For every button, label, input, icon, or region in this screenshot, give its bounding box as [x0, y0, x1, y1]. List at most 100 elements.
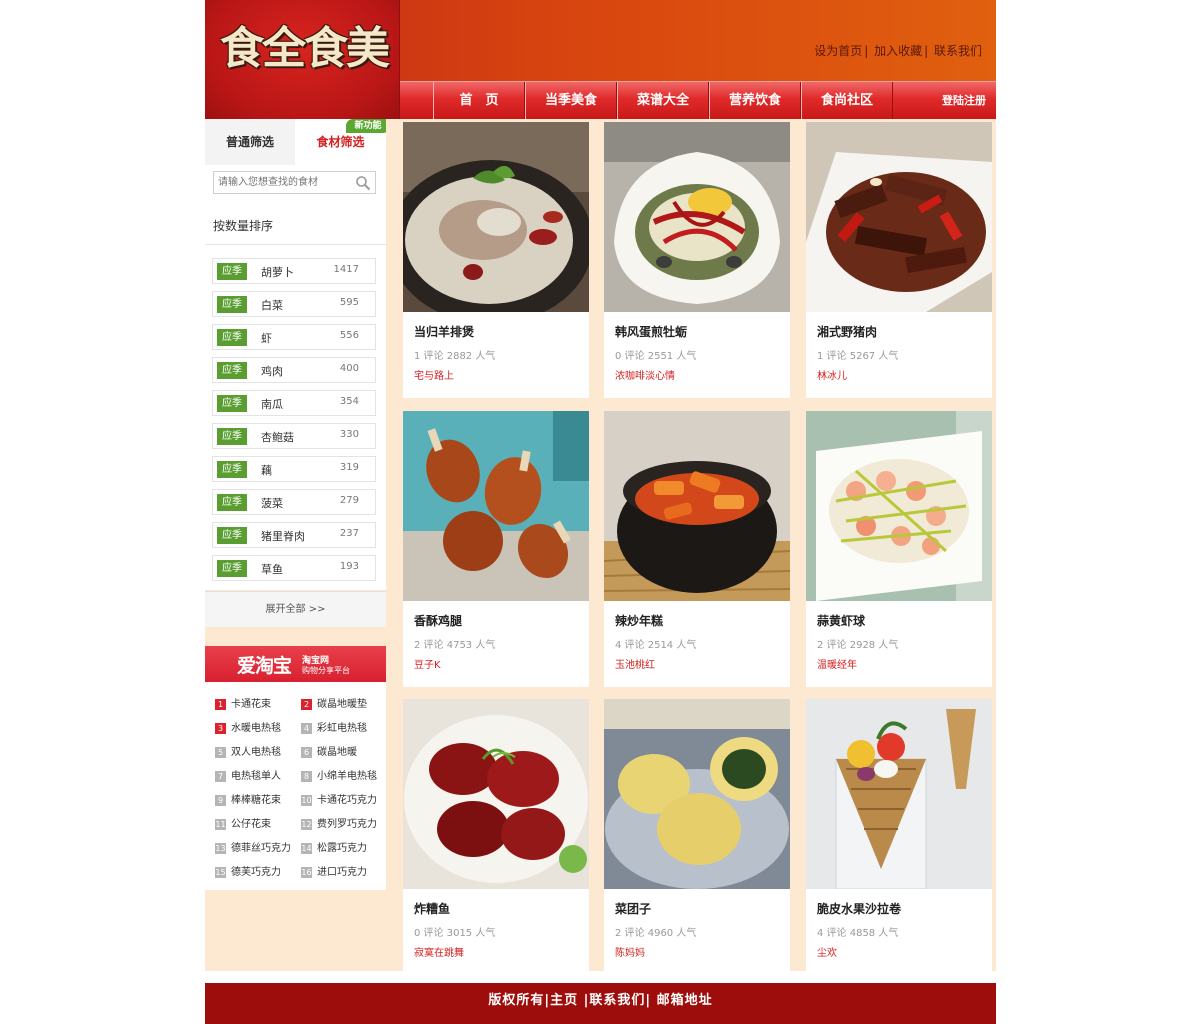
taobao-item[interactable]: 4 彩虹电热毯 — [301, 719, 389, 735]
ingredient-item[interactable]: 应季 鸡肉 400 — [212, 357, 376, 383]
taobao-banner[interactable]: 爱淘宝 淘宝网 购物分享平台 — [205, 646, 386, 682]
recipe-title[interactable]: 辣炒年糕 — [615, 612, 663, 629]
header: 食全食美 设为首页 | 加入收藏 | 联系我们 首 页 当季美食 菜谱大全 营养饮食… — [205, 0, 996, 119]
recipe-card[interactable]: 蒜黄虾球 2 评论 2928 人气 温暖经年 — [806, 411, 992, 687]
ingredient-item[interactable]: 应季 杏鲍菇 330 — [212, 423, 376, 449]
taobao-item[interactable]: 6 碳晶地暖 — [301, 743, 389, 759]
recipe-author[interactable]: 尘欢 — [817, 944, 837, 959]
recipe-photo-oyster-omelette[interactable] — [604, 122, 790, 312]
recipe-title[interactable]: 香酥鸡腿 — [414, 612, 462, 629]
recipe-card[interactable]: 韩风蛋煎牡蛎 0 评论 2551 人气 浓咖啡淡心情 — [604, 122, 790, 398]
recipe-title[interactable]: 韩风蛋煎牡蛎 — [615, 323, 687, 340]
nav-nutrition[interactable]: 营养饮食 — [709, 82, 801, 119]
new-feature-badge: 新功能 — [346, 119, 390, 133]
top-links: 设为首页 | 加入收藏 | 联系我们 — [814, 44, 982, 58]
recipe-author[interactable]: 林冰儿 — [817, 367, 847, 382]
rank-number: 9 — [215, 794, 226, 806]
taobao-item[interactable]: 5 双人电热毯 — [215, 743, 303, 759]
recipe-stats: 4 评论 4858 人气 — [817, 928, 899, 939]
recipe-photo-wild-boar[interactable] — [806, 122, 992, 312]
recipe-photo-fried-fish[interactable] — [403, 699, 589, 889]
recipe-photo-fried-drumsticks[interactable] — [403, 411, 589, 601]
taobao-item[interactable]: 10 卡通花巧克力 — [301, 791, 389, 807]
add-favorite-link[interactable]: 加入收藏 — [874, 44, 922, 58]
ingredient-item[interactable]: 应季 胡萝卜 1417 — [212, 258, 376, 284]
recipe-title[interactable]: 蒜黄虾球 — [817, 612, 865, 629]
nav-home[interactable]: 首 页 — [433, 82, 525, 119]
recipe-author[interactable]: 玉池桃红 — [615, 656, 655, 671]
nav-community[interactable]: 食尚社区 — [801, 82, 893, 119]
ingredient-item[interactable]: 应季 藕 319 — [212, 456, 376, 482]
recipe-photo-shrimp-chives[interactable] — [806, 411, 992, 601]
ingredient-item[interactable]: 应季 南瓜 354 — [212, 390, 376, 416]
set-homepage-link[interactable]: 设为首页 — [814, 44, 862, 58]
taobao-item[interactable]: 7 电热毯单人 — [215, 767, 303, 783]
recipe-card[interactable]: 菜团子 2 评论 4960 人气 陈妈妈 — [604, 699, 790, 975]
ingredient-item[interactable]: 应季 草鱼 193 — [212, 555, 376, 581]
taobao-item[interactable]: 16 进口巧克力 — [301, 863, 389, 879]
recipe-photo-vegetable-buns[interactable] — [604, 699, 790, 889]
recipe-author[interactable]: 浓咖啡淡心情 — [615, 367, 675, 382]
taobao-item[interactable]: 3 水暖电热毯 — [215, 719, 303, 735]
taobao-item[interactable]: 12 费列罗巧克力 — [301, 815, 389, 831]
tab-ingredient-filter-label: 食材筛选 — [316, 135, 365, 149]
ingredient-name: 鸡肉 — [261, 365, 283, 378]
recipe-card[interactable]: 当归羊排煲 1 评论 2882 人气 宅与路上 — [403, 122, 589, 398]
ingredient-search-input[interactable] — [214, 172, 350, 193]
tab-normal-filter[interactable]: 普通筛选 — [205, 119, 295, 165]
footer-links[interactable]: 版权所有|主页 |联系我们| 邮箱地址 — [205, 983, 996, 1018]
recipe-card[interactable]: 辣炒年糕 4 评论 2514 人气 玉池桃红 — [604, 411, 790, 687]
taobao-item[interactable]: 11 公仔花束 — [215, 815, 303, 831]
recipe-photo-lamb-stew[interactable] — [403, 122, 589, 312]
recipe-photo-spicy-rice-cake[interactable] — [604, 411, 790, 601]
recipe-card[interactable]: 炸糟鱼 0 评论 3015 人气 寂寞在跳舞 — [403, 699, 589, 975]
sort-by-count-label[interactable]: 按数量排序 — [213, 217, 273, 234]
taobao-item-label: 卡通花束 — [231, 699, 271, 710]
site-logo[interactable]: 食全食美 — [205, 0, 400, 119]
taobao-item[interactable]: 15 德芙巧克力 — [215, 863, 303, 879]
tab-ingredient-filter[interactable]: 食材筛选 新功能 — [295, 119, 390, 165]
taobao-hot-list: 1 卡通花束 2 碳晶地暖垫 3 水暖电热毯 4 彩虹电热毯 5 双人电热毯 6 碳晶地暖 … — [205, 682, 386, 890]
nav-seasonal[interactable]: 当季美食 — [525, 82, 617, 119]
taobao-item[interactable]: 14 松露巧克力 — [301, 839, 389, 855]
taobao-item[interactable]: 9 棒棒糖花束 — [215, 791, 303, 807]
nav-recipes[interactable]: 菜谱大全 — [617, 82, 709, 119]
recipe-title[interactable]: 湘式野猪肉 — [817, 323, 877, 340]
ingredient-count: 330 — [339, 429, 359, 440]
ingredient-item[interactable]: 应季 菠菜 279 — [212, 489, 376, 515]
recipe-author[interactable]: 陈妈妈 — [615, 944, 645, 959]
taobao-item-label: 棒棒糖花束 — [231, 795, 281, 806]
rank-number: 3 — [215, 722, 226, 734]
recipe-card[interactable]: 脆皮水果沙拉卷 4 评论 4858 人气 尘欢 — [806, 699, 992, 975]
recipe-author[interactable]: 寂寞在跳舞 — [414, 944, 464, 959]
contact-link[interactable]: 联系我们 — [934, 44, 982, 58]
taobao-item[interactable]: 1 卡通花束 — [215, 695, 303, 711]
season-tag: 应季 — [217, 362, 247, 379]
search-icon[interactable] — [355, 175, 371, 191]
rank-number: 6 — [301, 746, 312, 758]
show-all-button[interactable]: 展开全部 >> — [205, 591, 386, 627]
recipe-title[interactable]: 当归羊排煲 — [414, 323, 474, 340]
taobao-item[interactable]: 13 德菲丝巧克力 — [215, 839, 303, 855]
taobao-item[interactable]: 2 碳晶地暖垫 — [301, 695, 389, 711]
ingredient-name: 南瓜 — [261, 398, 283, 411]
recipe-title[interactable]: 炸糟鱼 — [414, 900, 450, 917]
recipe-author[interactable]: 温暖经年 — [817, 656, 857, 671]
page: 食全食美 设为首页 | 加入收藏 | 联系我们 首 页 当季美食 菜谱大全 营养饮食… — [205, 0, 996, 1024]
ingredient-item[interactable]: 应季 猪里脊肉 237 — [212, 522, 376, 548]
recipe-card[interactable]: 湘式野猪肉 1 评论 5267 人气 林冰儿 — [806, 122, 992, 398]
recipe-card[interactable]: 香酥鸡腿 2 评论 4753 人气 豆子K — [403, 411, 589, 687]
ingredient-name: 藕 — [261, 464, 272, 477]
ingredient-count: 319 — [339, 462, 359, 473]
recipe-author[interactable]: 豆子K — [414, 656, 441, 671]
login-register-link[interactable]: 登陆注册 — [942, 82, 986, 119]
recipe-title[interactable]: 菜团子 — [615, 900, 651, 917]
rank-number: 12 — [301, 818, 312, 830]
taobao-item-label: 双人电热毯 — [231, 747, 281, 758]
recipe-photo-fruit-cone[interactable] — [806, 699, 992, 889]
recipe-author[interactable]: 宅与路上 — [414, 367, 454, 382]
ingredient-item[interactable]: 应季 虾 556 — [212, 324, 376, 350]
recipe-title[interactable]: 脆皮水果沙拉卷 — [817, 900, 901, 917]
taobao-item[interactable]: 8 小绵羊电热毯 — [301, 767, 389, 783]
ingredient-item[interactable]: 应季 白菜 595 — [212, 291, 376, 317]
